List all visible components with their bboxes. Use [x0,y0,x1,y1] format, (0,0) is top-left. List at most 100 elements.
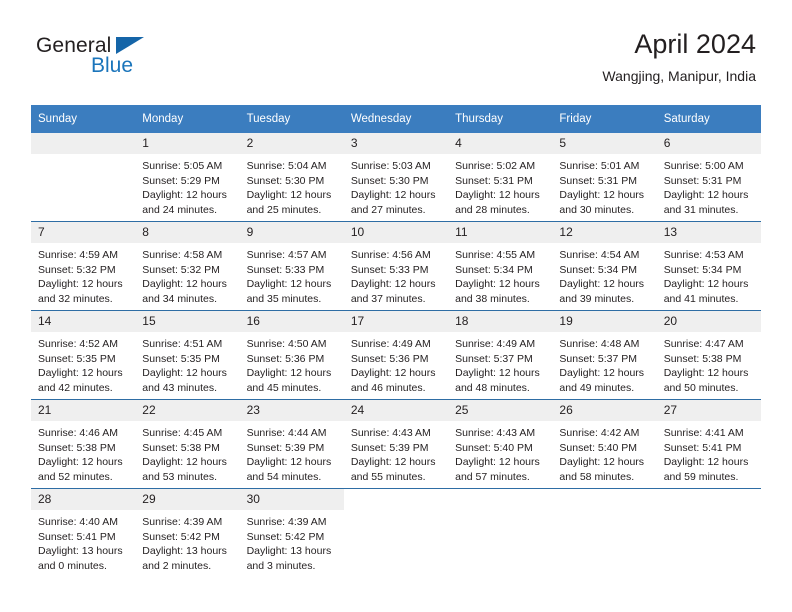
day-cell-inner: 2 Sunrise: 5:04 AM Sunset: 5:30 PM Daylight… [239,133,344,221]
calendar-day-cell[interactable]: 1 Sunrise: 5:05 AM Sunset: 5:29 PM Daylight… [135,133,240,222]
day-cell-inner: 27 Sunrise: 4:41 AM Sunset: 5:41 PM Dayligh… [656,400,761,488]
day-number: 19 [552,311,657,332]
daylight-duration-cont: and 48 minutes. [455,381,530,394]
logo-text-blue: Blue [91,54,134,77]
calendar-day-cell[interactable]: 24 Sunrise: 4:43 AM Sunset: 5:39 PM Dayligh… [343,399,449,489]
day-number [343,489,449,510]
calendar-day-cell[interactable]: 6 Sunrise: 5:00 AM Sunset: 5:31 PM Daylight… [656,133,761,222]
day-cell-inner: 8 Sunrise: 4:58 AM Sunset: 5:32 PM Daylight… [135,222,240,310]
calendar-day-cell[interactable]: 18 Sunrise: 4:49 AM Sunset: 5:37 PM Dayligh… [448,310,553,400]
day-number: 14 [31,311,136,332]
day-number: 23 [239,400,344,421]
calendar-day-cell[interactable]: 16 Sunrise: 4:50 AM Sunset: 5:36 PM Dayligh… [239,310,344,400]
calendar-day-cell[interactable]: 11 Sunrise: 4:55 AM Sunset: 5:34 PM Dayligh… [448,221,553,311]
weekday-header-monday: Monday [135,105,240,133]
daylight-duration: Daylight: 12 hours [455,189,540,202]
day-number: 28 [31,489,136,510]
calendar-day-cell[interactable]: 12 Sunrise: 4:54 AM Sunset: 5:34 PM Dayligh… [552,221,657,311]
day-number: 16 [239,311,344,332]
page-header: General Blue April 2024 Wangjing, Manipu… [0,0,792,100]
day-cell-inner: 25 Sunrise: 4:43 AM Sunset: 5:40 PM Dayligh… [448,400,553,488]
calendar-day-cell[interactable]: 15 Sunrise: 4:51 AM Sunset: 5:35 PM Dayligh… [135,310,240,400]
daylight-duration: Daylight: 12 hours [246,189,332,202]
calendar-day-cell[interactable]: 22 Sunrise: 4:45 AM Sunset: 5:38 PM Dayligh… [135,399,240,489]
day-details: Sunrise: 4:48 AM Sunset: 5:37 PM Daylight:… [552,332,656,395]
calendar-day-cell[interactable]: 14 Sunrise: 4:52 AM Sunset: 5:35 PM Dayligh… [31,310,136,400]
daylight-duration: Daylight: 13 hours [142,545,227,558]
calendar-day-cell[interactable]: 13 Sunrise: 4:53 AM Sunset: 5:34 PM Dayligh… [656,221,761,311]
daylight-duration: Daylight: 12 hours [38,456,123,469]
calendar-day-cell[interactable]: 26 Sunrise: 4:42 AM Sunset: 5:40 PM Dayligh… [552,399,657,489]
daylight-duration-cont: and 27 minutes. [350,203,426,216]
daylight-duration-cont: and 31 minutes. [663,203,739,216]
calendar-day-cell[interactable]: 19 Sunrise: 4:48 AM Sunset: 5:37 PM Dayligh… [552,310,657,400]
calendar-day-cell[interactable]: 2 Sunrise: 5:04 AM Sunset: 5:30 PM Daylight… [239,133,344,222]
sunrise-time: Sunrise: 4:45 AM [142,427,223,439]
calendar-day-cell[interactable]: 10 Sunrise: 4:56 AM Sunset: 5:33 PM Dayligh… [343,221,449,311]
calendar-day-cell[interactable]: 17 Sunrise: 4:49 AM Sunset: 5:36 PM Dayligh… [343,310,449,400]
calendar-day-cell[interactable]: 20 Sunrise: 4:47 AM Sunset: 5:38 PM Dayligh… [656,310,761,400]
daylight-duration-cont: and 58 minutes. [559,470,635,483]
sunset-time: Sunset: 5:34 PM [455,263,533,276]
calendar-day-cell[interactable]: 25 Sunrise: 4:43 AM Sunset: 5:40 PM Dayligh… [448,399,553,489]
day-details: Sunrise: 4:47 AM Sunset: 5:38 PM Daylight:… [657,332,761,395]
daylight-duration: Daylight: 12 hours [559,367,645,380]
calendar-day-cell[interactable]: 23 Sunrise: 4:44 AM Sunset: 5:39 PM Dayligh… [239,399,344,489]
day-number: 25 [448,400,553,421]
daylight-duration: Daylight: 13 hours [246,545,332,558]
sunrise-time: Sunrise: 4:59 AM [38,249,118,261]
sunrise-time: Sunrise: 4:46 AM [38,427,118,439]
general-blue-logo[interactable]: General Blue [36,34,256,82]
sunrise-time: Sunrise: 4:58 AM [142,249,223,261]
day-number: 8 [135,222,240,243]
daylight-duration: Daylight: 12 hours [455,367,540,380]
calendar-grid: Sunday Monday Tuesday Wednesday Thursday Frid… [31,105,761,577]
daylight-duration: Daylight: 12 hours [559,189,645,202]
calendar-day-cell[interactable]: 30 Sunrise: 4:39 AM Sunset: 5:42 PM Dayligh… [239,488,344,577]
calendar-empty-cell [552,488,657,577]
day-cell-inner: 18 Sunrise: 4:49 AM Sunset: 5:37 PM Dayligh… [448,311,553,399]
calendar-day-cell[interactable]: 4 Sunrise: 5:02 AM Sunset: 5:31 PM Daylight… [448,133,553,222]
sunrise-time: Sunrise: 5:02 AM [455,160,536,172]
day-number: 29 [135,489,240,510]
day-number: 4 [448,133,553,154]
weekday-header-sunday: Sunday [31,105,136,133]
calendar-day-cell[interactable]: 27 Sunrise: 4:41 AM Sunset: 5:41 PM Dayligh… [656,399,761,489]
daylight-duration-cont: and 24 minutes. [142,203,217,216]
day-number: 9 [239,222,344,243]
sunset-time: Sunset: 5:36 PM [350,352,429,365]
calendar-day-cell[interactable]: 28 Sunrise: 4:40 AM Sunset: 5:41 PM Dayligh… [31,488,136,577]
calendar-day-cell[interactable]: 29 Sunrise: 4:39 AM Sunset: 5:42 PM Dayligh… [135,488,240,577]
sunset-time: Sunset: 5:32 PM [142,263,220,276]
day-cell-inner [31,133,136,221]
sunset-time: Sunset: 5:34 PM [559,263,638,276]
calendar-day-cell[interactable]: 9 Sunrise: 4:57 AM Sunset: 5:33 PM Daylight… [239,221,344,311]
calendar-page: General Blue April 2024 Wangjing, Manipu… [0,0,792,612]
calendar-day-cell[interactable]: 3 Sunrise: 5:03 AM Sunset: 5:30 PM Daylight… [343,133,449,222]
day-cell-inner: 20 Sunrise: 4:47 AM Sunset: 5:38 PM Dayligh… [656,311,761,399]
daylight-duration: Daylight: 12 hours [455,278,540,291]
day-number: 21 [31,400,136,421]
day-cell-inner: 22 Sunrise: 4:45 AM Sunset: 5:38 PM Dayligh… [135,400,240,488]
daylight-duration: Daylight: 12 hours [663,456,749,469]
sunrise-time: Sunrise: 5:01 AM [559,160,640,172]
calendar-day-cell[interactable]: 5 Sunrise: 5:01 AM Sunset: 5:31 PM Daylight… [552,133,657,222]
daylight-duration-cont: and 34 minutes. [142,292,217,305]
day-details: Sunrise: 4:51 AM Sunset: 5:35 PM Daylight:… [135,332,239,395]
daylight-duration: Daylight: 12 hours [663,189,749,202]
calendar-day-cell[interactable]: 7 Sunrise: 4:59 AM Sunset: 5:32 PM Daylight… [31,221,136,311]
calendar-day-cell[interactable]: 8 Sunrise: 4:58 AM Sunset: 5:32 PM Daylight… [135,221,240,311]
daylight-duration-cont: and 59 minutes. [663,470,739,483]
sunset-time: Sunset: 5:38 PM [142,441,220,454]
day-number: 6 [656,133,761,154]
day-cell-inner: 23 Sunrise: 4:44 AM Sunset: 5:39 PM Dayligh… [239,400,344,488]
sunrise-time: Sunrise: 4:55 AM [455,249,536,261]
sunrise-time: Sunrise: 4:44 AM [246,427,327,439]
calendar-week-row: 21 Sunrise: 4:46 AM Sunset: 5:38 PM Dayligh… [31,399,761,489]
sunset-time: Sunset: 5:42 PM [246,530,325,543]
calendar-day-cell[interactable]: 21 Sunrise: 4:46 AM Sunset: 5:38 PM Dayligh… [31,399,136,489]
day-number: 5 [552,133,657,154]
daylight-duration: Daylight: 12 hours [663,278,749,291]
daylight-duration-cont: and 57 minutes. [455,470,530,483]
day-number: 7 [31,222,136,243]
